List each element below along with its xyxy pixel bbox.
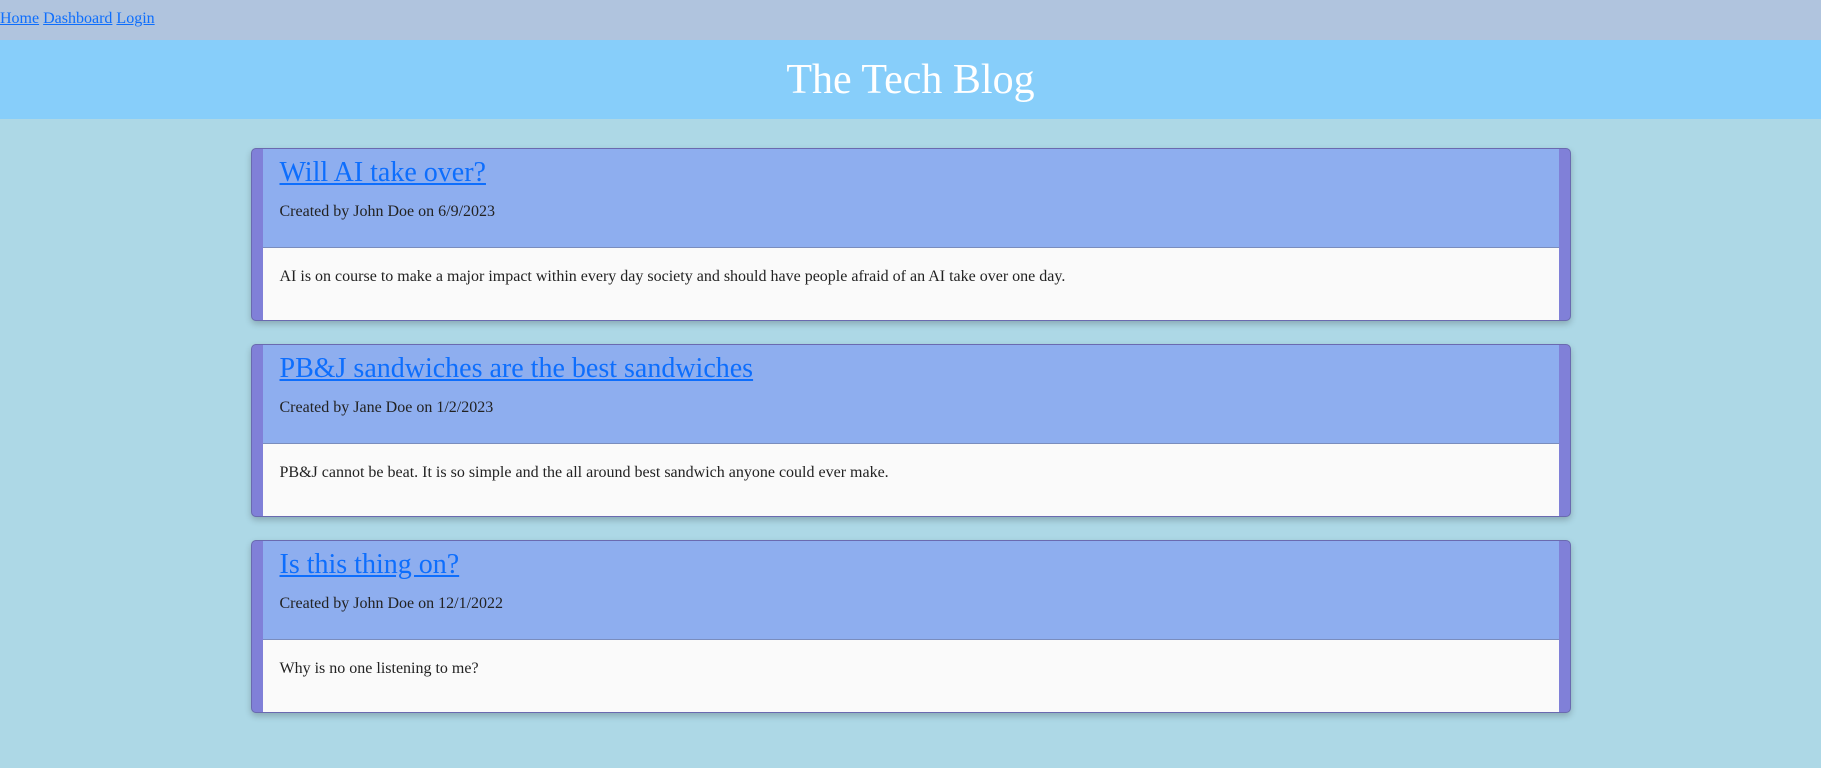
post-body: AI is on course to make a major impact w… [262, 248, 1559, 320]
post-card: PB&J sandwiches are the best sandwiches … [250, 344, 1571, 517]
top-nav: Home Dashboard Login [0, 0, 1821, 40]
nav-link-dashboard[interactable]: Dashboard [43, 10, 112, 28]
post-header: Is this thing on? Created by John Doe on… [262, 541, 1559, 640]
nav-link-login[interactable]: Login [116, 10, 154, 28]
post-meta: Created by Jane Doe on 1/2/2023 [279, 399, 494, 416]
nav-link-home[interactable]: Home [0, 10, 39, 28]
post-card: Is this thing on? Created by John Doe on… [250, 540, 1571, 713]
post-list: Will AI take over? Created by John Doe o… [250, 148, 1571, 713]
post-header: PB&J sandwiches are the best sandwiches … [262, 345, 1559, 444]
post-card: Will AI take over? Created by John Doe o… [250, 148, 1571, 321]
post-body: PB&J cannot be beat. It is so simple and… [262, 444, 1559, 516]
post-title-link[interactable]: Will AI take over? [280, 156, 486, 190]
post-header: Will AI take over? Created by John Doe o… [262, 149, 1559, 248]
post-meta: Created by John Doe on 6/9/2023 [279, 203, 496, 220]
post-body: Why is no one listening to me? [262, 640, 1559, 712]
site-title: The Tech Blog [786, 56, 1035, 103]
post-meta: Created by John Doe on 12/1/2022 [279, 595, 504, 612]
post-title-link[interactable]: Is this thing on? [280, 548, 460, 582]
site-header: The Tech Blog [0, 40, 1821, 119]
post-title-link[interactable]: PB&J sandwiches are the best sandwiches [280, 352, 754, 386]
